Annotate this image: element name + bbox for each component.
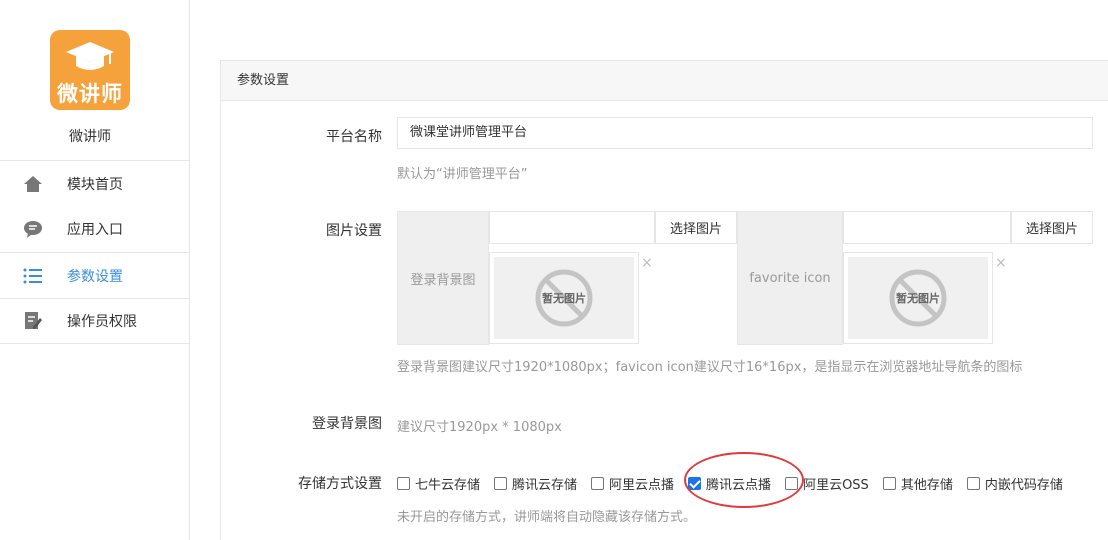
favicon-upload-group: favorite icon 选择图片 暂无图片 × — [737, 211, 1093, 345]
option-label: 七牛云存储 — [415, 478, 481, 493]
home-icon — [22, 173, 44, 195]
sidebar-item-operator-permissions[interactable]: 操作员权限 — [0, 298, 189, 344]
option-label: 其他存储 — [900, 478, 953, 493]
checkbox[interactable] — [397, 477, 410, 490]
platform-name-input[interactable]: 微课堂讲师管理平台 — [397, 117, 1093, 149]
checkbox[interactable] — [882, 477, 896, 490]
image-settings-label: 图片设置 — [326, 223, 382, 239]
sidebar: 微讲师 微讲师 模块首页 应用入口 参数设置 操作员权限 — [0, 0, 190, 540]
logo-text: 微讲师 — [57, 82, 123, 106]
app-name: 微讲师 — [69, 129, 111, 145]
storage-option-aliyun-vod[interactable]: 阿里云点播 — [591, 474, 674, 493]
checkbox[interactable] — [785, 477, 799, 490]
sidebar-item-label: 模块首页 — [67, 176, 123, 193]
checkbox[interactable] — [494, 477, 508, 490]
login-bg-upload-group: 登录背景图 选择图片 暂无图片 × — [397, 211, 737, 345]
sidebar-item-label: 操作员权限 — [67, 314, 137, 330]
option-label: 腾讯云点播 — [706, 478, 772, 493]
no-image-text: 暂无图片 — [896, 292, 940, 305]
sidebar-item-label: 应用入口 — [67, 222, 123, 238]
sidebar-item-label: 参数设置 — [67, 268, 123, 285]
storage-option-tencent-vod[interactable]: 腾讯云点播 — [688, 474, 771, 493]
app-logo: 微讲师 — [50, 30, 130, 110]
edit-document-icon — [22, 310, 44, 332]
option-label: 内嵌代码存储 — [984, 478, 1063, 493]
login-bg-preview: 暂无图片 — [489, 252, 639, 344]
checkbox-checked[interactable] — [688, 477, 702, 490]
panel-title: 参数设置 — [221, 61, 1108, 101]
checkbox[interactable] — [966, 477, 980, 490]
checkbox[interactable] — [591, 477, 605, 490]
storage-option-qiniu[interactable]: 七牛云存储 — [397, 474, 480, 493]
storage-label: 存储方式设置 — [298, 476, 382, 492]
favicon-image-label: favorite icon — [737, 211, 843, 345]
sidebar-item-settings[interactable]: 参数设置 — [0, 252, 189, 298]
storage-options: 七牛云存储 腾讯云存储 阿里云点播 腾讯云点播 阿里云OSS 其他存储 内嵌代码… — [397, 474, 1063, 493]
storage-option-tencent-cos[interactable]: 腾讯云存储 — [494, 474, 577, 493]
sidebar-nav: 模块首页 应用入口 参数设置 操作员权限 — [0, 160, 189, 344]
favicon-path-input[interactable] — [843, 211, 1011, 244]
no-image-text: 暂无图片 — [542, 292, 586, 305]
image-settings-hint: 登录背景图建议尺寸1920*1080px；favicon icon建议尺寸16*… — [397, 360, 1023, 375]
platform-name-hint: 默认为“讲师管理平台” — [397, 167, 528, 182]
graduation-cap-icon — [66, 42, 114, 70]
storage-option-aliyun-oss[interactable]: 阿里云OSS — [785, 474, 869, 493]
sidebar-item-home[interactable]: 模块首页 — [0, 160, 189, 206]
list-icon — [22, 265, 44, 287]
login-bg-image-label: 登录背景图 — [397, 211, 489, 345]
storage-hint: 未开启的存储方式，讲师端将自动隐藏该存储方式。 — [397, 510, 697, 525]
chat-bubble-icon — [22, 218, 44, 240]
login-bg-label: 登录背景图 — [312, 416, 382, 432]
sidebar-item-app-entry[interactable]: 应用入口 — [0, 206, 189, 252]
login-bg-path-input[interactable] — [489, 211, 655, 244]
select-image-button[interactable]: 选择图片 — [1011, 211, 1093, 244]
select-image-button[interactable]: 选择图片 — [655, 211, 737, 244]
option-label: 阿里云点播 — [609, 478, 675, 493]
close-icon[interactable]: × — [995, 255, 1007, 271]
option-label: 腾讯云存储 — [512, 478, 578, 493]
storage-option-other[interactable]: 其他存储 — [882, 474, 953, 493]
login-bg-hint: 建议尺寸1920px * 1080px — [397, 420, 562, 435]
storage-option-embed-code[interactable]: 内嵌代码存储 — [966, 474, 1063, 493]
close-icon[interactable]: × — [641, 255, 653, 271]
platform-name-label: 平台名称 — [326, 129, 382, 145]
option-label: 阿里云OSS — [803, 478, 869, 493]
favicon-preview: 暂无图片 — [843, 252, 993, 344]
